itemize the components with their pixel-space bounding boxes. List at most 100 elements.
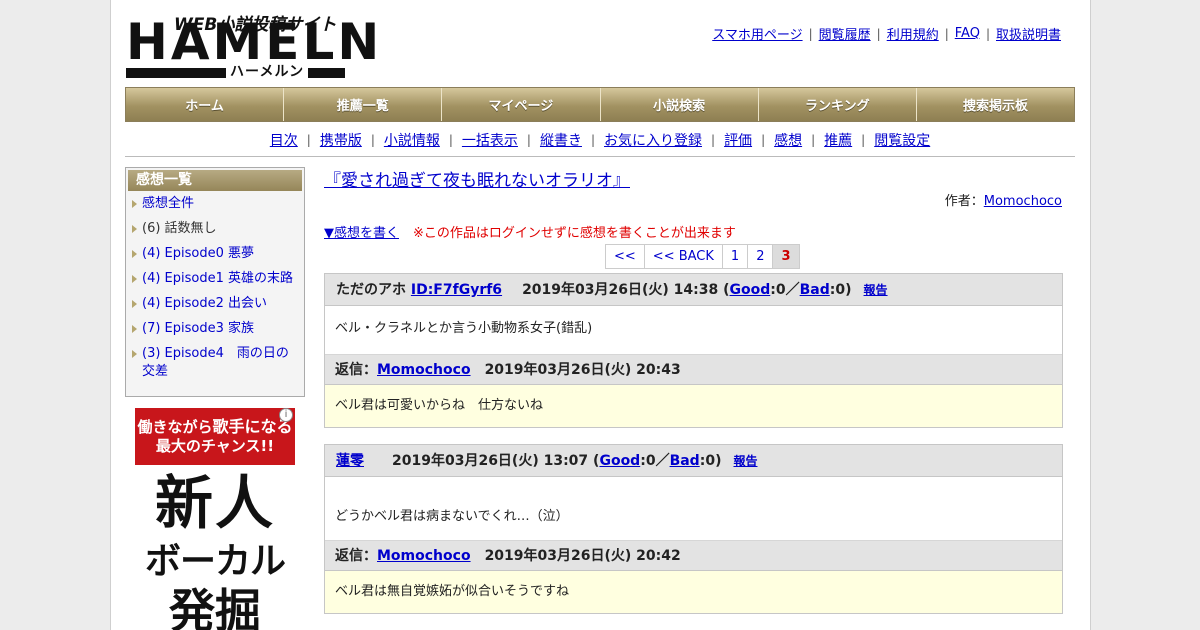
sidebar-item: (4) Episode2 出会い [126,295,304,313]
sidebar-item: (4) Episode0 悪夢 [126,245,304,263]
write-comment-link[interactable]: ▼感想を書く [324,226,399,241]
reply-body: ベル君は無自覚嫉妬が似合いそうですね [325,571,1062,613]
ad-header-line1: 働きながら歌手になる [135,417,295,437]
nav-mypage[interactable]: マイページ [442,88,601,121]
subnav-toc[interactable]: 目次 [270,130,298,150]
comment-date: 2019年03月26日(火) 14:38 [522,282,719,298]
sidebar-item-episode2[interactable]: (4) Episode2 出会い [142,296,267,311]
divider [125,156,1075,157]
bullet-icon [132,325,137,333]
ad-banner[interactable]: 働きながら歌手になる 最大のチャンス!! i 新人 ボーカル 発掘 [135,408,295,630]
separator: | [985,26,990,41]
reply-label: 返信： [335,362,377,378]
sidebar-item-episode1[interactable]: (4) Episode1 英雄の末路 [142,271,293,286]
author-label: 作者： [944,194,984,209]
comment-date: 2019年03月26日(火) 13:07 [392,453,589,469]
separator: | [448,133,453,147]
subnav-rating[interactable]: 評価 [724,130,752,150]
nav-recommend-list[interactable]: 推薦一覧 [284,88,443,121]
separator: | [306,133,311,147]
bullet-icon [132,350,137,358]
novel-title-link[interactable]: 『愛され過ぎて夜も眠れないオラリオ』 [324,171,630,191]
logo-kana: ハーメルン [226,63,309,81]
good-count: 0 [775,282,786,298]
sub-nav: 目次 | 携帯版 | 小説情報 | 一括表示 | 縦書き | お気に入り登録 |… [125,130,1075,150]
bad-count: 0 [835,282,846,298]
subnav-vertical[interactable]: 縦書き [540,130,582,150]
comment-user-link[interactable]: 蓮零 [336,453,364,469]
ad-header-line2: 最大のチャンス!! [155,437,275,455]
sidebar-item: (4) Episode1 英雄の末路 [126,270,304,288]
ad-info-icon[interactable]: i [279,408,293,422]
ad-line1: 新人 [154,469,275,537]
sidebar-title: 感想一覧 [128,170,302,191]
subnav-novel-info[interactable]: 小説情報 [384,130,440,150]
comment-item: 蓮零 2019年03月26日(火) 13:07 (Good:0／Bad:0) 報告 … [324,444,1063,614]
separator: | [711,133,716,147]
main-nav: ホーム 推薦一覧 マイページ 小説検索 ランキング 捜索掲示板 [125,87,1075,122]
reply-author-link[interactable]: Momochoco [377,548,471,564]
report-link[interactable]: 報告 [864,283,888,297]
main-content: 『愛され過ぎて夜も眠れないオラリオ』 作者：Momochoco ▼感想を書く ※こ… [324,166,1063,614]
nav-search-board[interactable]: 捜索掲示板 [916,88,1075,121]
sidebar-item-episode4[interactable]: (3) Episode4 雨の日の交差 [142,346,289,379]
link-history[interactable]: 閲覧履歴 [819,24,871,43]
separator: | [590,133,596,147]
subnav-recommend[interactable]: 推薦 [824,130,852,150]
novel-title: 『愛され過ぎて夜も眠れないオラリオ』 [324,166,1062,191]
comment-user-id[interactable]: ID:F7fGyrf6 [411,282,502,298]
link-terms[interactable]: 利用規約 [887,24,939,43]
write-comment-row: ▼感想を書く ※この作品はログインせずに感想を書くことが出来ます [324,222,736,241]
good-link[interactable]: Good [730,282,771,298]
good-link[interactable]: Good [599,453,640,469]
subnav-comments[interactable]: 感想 [774,130,802,150]
bad-link[interactable]: Bad [800,282,830,298]
separator: | [811,133,816,147]
pager-first[interactable]: << [606,245,645,268]
pager-page-1[interactable]: 1 [722,245,749,268]
pager-page-2[interactable]: 2 [748,245,774,268]
nav-ranking[interactable]: ランキング [758,88,917,121]
separator: | [861,133,866,147]
report-link[interactable]: 報告 [733,454,757,468]
sidebar-item-episode3[interactable]: (7) Episode3 家族 [142,321,254,336]
bullet-icon [132,300,137,308]
bullet-icon [132,250,137,258]
bullet-icon [132,200,137,208]
sidebar-item-all[interactable]: 感想全件 [142,196,194,211]
subnav-show-all[interactable]: 一括表示 [462,130,518,150]
reply-body: ベル君は可愛いからね 仕方ないね [325,385,1062,427]
sidebar-item: (6) 話数無し [126,220,304,238]
separator: | [808,26,813,41]
sidebar-item: (3) Episode4 雨の日の交差 [126,345,304,381]
sidebar-item: (7) Episode3 家族 [126,320,304,338]
separator: | [761,133,766,147]
subnav-favorite[interactable]: お気に入り登録 [604,130,702,150]
author-link[interactable]: Momochoco [984,194,1062,209]
top-links: スマホ用ページ | 閲覧履歴 | 利用規約 | FAQ | 取扱説明書 [712,24,1061,43]
nav-novel-search[interactable]: 小説検索 [600,88,759,121]
bad-link[interactable]: Bad [670,453,700,469]
reply-header: 返信：Momochoco 2019年03月26日(火) 20:43 [325,354,1062,385]
page-container: WEB小説投稿サイト HAMELN ハーメルン スマホ用ページ | 閲覧履歴 |… [110,0,1091,630]
bullet-icon [132,275,137,283]
site-logo[interactable]: WEB小説投稿サイト HAMELN ハーメルン [126,10,379,81]
reply-label: 返信： [335,548,377,564]
reply-date: 2019年03月26日(火) 20:42 [484,548,681,564]
nav-home[interactable]: ホーム [126,88,285,121]
subnav-view-settings[interactable]: 閲覧設定 [874,130,930,150]
pager-back[interactable]: << BACK [644,245,723,268]
comment-header: ただのアホ ID:F7fGyrf6 2019年03月26日(火) 14:38 (G… [325,274,1062,306]
link-faq[interactable]: FAQ [955,26,980,41]
subnav-mobile[interactable]: 携帯版 [320,130,362,150]
link-manual[interactable]: 取扱説明書 [996,24,1061,43]
comment-body: ベル・クラネルとか言う小動物系女子(錯乱) [325,306,1062,354]
sidebar-item: 感想全件 [126,195,304,213]
sidebar-item-episode0[interactable]: (4) Episode0 悪夢 [142,246,254,261]
comment-body: どうかベル君は病まないでくれ…（泣） [325,477,1062,540]
bad-count: 0 [705,453,716,469]
link-smartphone[interactable]: スマホ用ページ [712,24,802,43]
reply-author-link[interactable]: Momochoco [377,362,471,378]
separator: | [944,26,949,41]
good-count: 0 [645,453,656,469]
